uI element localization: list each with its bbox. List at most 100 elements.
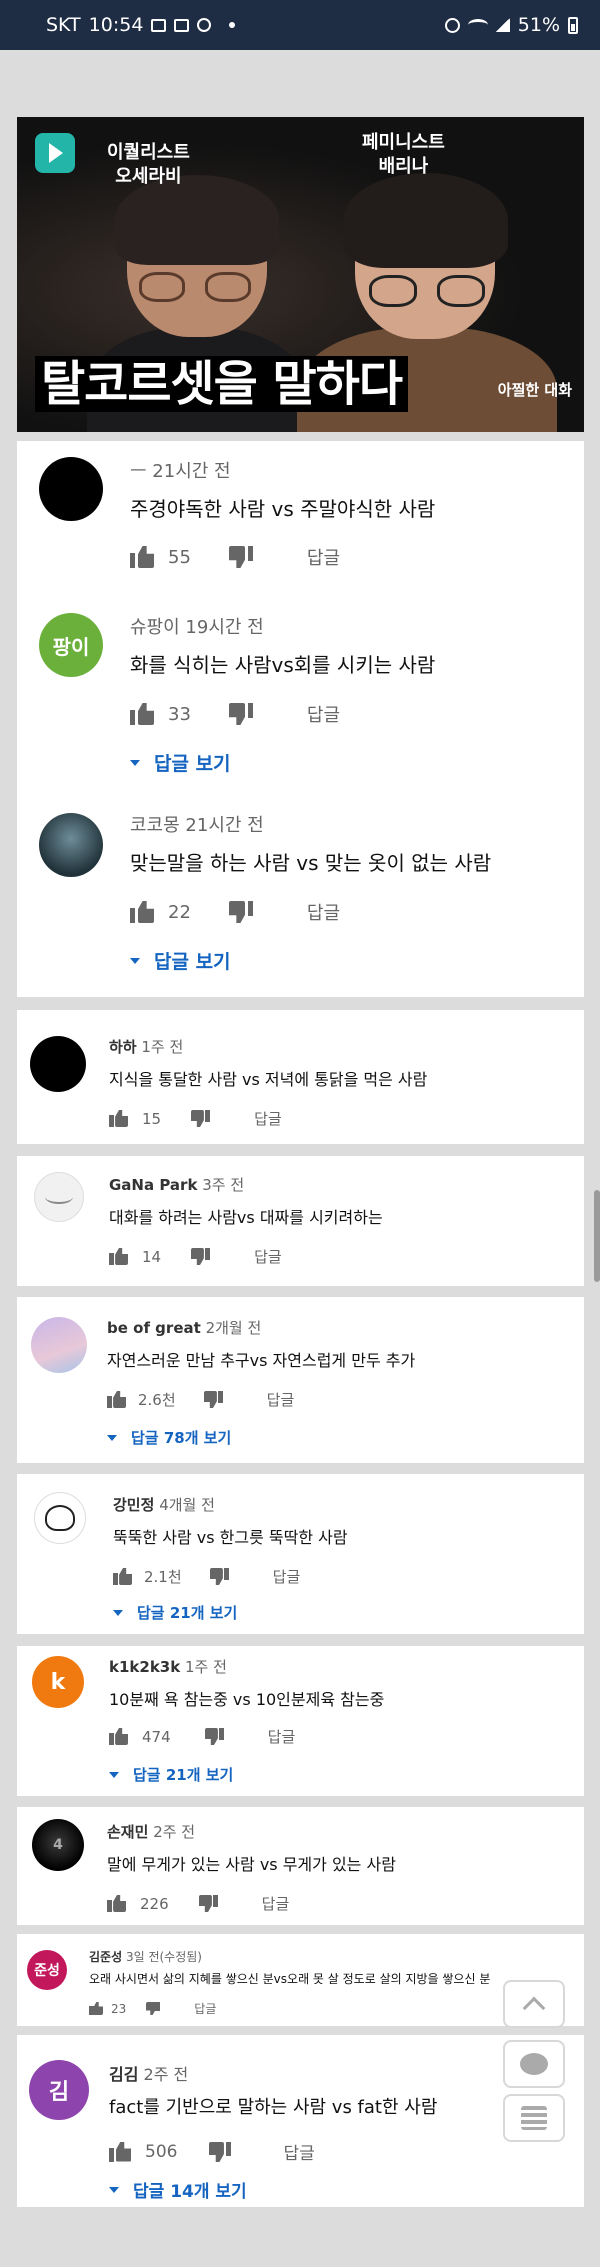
comment-author[interactable]: k1k2k3k — [109, 1658, 180, 1676]
caret-down-icon — [113, 1609, 123, 1616]
dislike-icon[interactable] — [229, 546, 253, 568]
dislike-icon[interactable] — [229, 703, 253, 725]
avatar[interactable] — [34, 1172, 84, 1222]
list-button[interactable] — [503, 2094, 565, 2142]
clock: 10:54 — [88, 14, 144, 36]
view-replies-button[interactable]: 답글 14개 보기 — [109, 2177, 247, 2202]
avatar[interactable]: 4 — [32, 1819, 84, 1871]
like-icon[interactable] — [130, 901, 154, 923]
view-replies-button[interactable]: 답글 21개 보기 — [109, 1764, 233, 1785]
reply-button[interactable]: 답글 — [254, 1246, 282, 1267]
like-count: 226 — [140, 1894, 169, 1913]
reply-button[interactable]: 답글 — [268, 1726, 296, 1747]
wifi-icon — [467, 19, 488, 31]
like-icon[interactable] — [107, 1895, 126, 1912]
comment-text: 대화를 하려는 사람vs 대짜를 시키려하는 — [109, 1208, 383, 1227]
video-player[interactable]: 이퀄리스트 오세라비 페미니스트 배리나 탈코르셋을 말하다 아찔한 대화 — [17, 117, 584, 432]
reply-button[interactable]: 답글 — [307, 701, 340, 727]
reply-button[interactable]: 답글 — [307, 544, 340, 570]
comment-author[interactable]: GaNa Park — [109, 1176, 197, 1194]
comment-actions: 14 답글 — [109, 1246, 282, 1267]
comment-author[interactable]: be of great — [107, 1319, 201, 1337]
avatar[interactable]: k — [32, 1656, 84, 1708]
avatar[interactable] — [39, 457, 103, 521]
channel-logo-icon — [35, 133, 75, 173]
caret-down-icon — [130, 759, 140, 766]
avatar[interactable] — [34, 1492, 86, 1544]
comment-meta: k1k2k3k 1주 전 — [109, 1656, 227, 1677]
avatar[interactable] — [39, 813, 103, 877]
comment-text: 주경야독한 사람 vs 주말야식한 사람 — [130, 497, 436, 521]
avatar[interactable]: 김 — [29, 2060, 89, 2120]
comment-meta: 슈팡이 19시간 전 — [130, 613, 264, 639]
reply-button[interactable]: 답글 — [267, 1389, 295, 1410]
comment-actions: 22 답글 — [130, 899, 340, 925]
comment-text: 화를 식히는 사람vs회를 시키는 사람 — [130, 653, 436, 677]
like-count: 55 — [168, 546, 191, 568]
avatar[interactable] — [30, 1036, 86, 1092]
alarm-icon — [444, 17, 460, 33]
status-bar: SKT 10:54 51% — [0, 0, 600, 50]
comment-meta: 손재민 2주 전 — [107, 1821, 195, 1842]
list-icon — [521, 2106, 547, 2130]
reply-button[interactable]: 답글 — [194, 2000, 216, 2017]
view-replies-button[interactable]: 답글 21개 보기 — [113, 1602, 237, 1623]
scroll-top-button[interactable] — [503, 1980, 565, 2028]
avatar[interactable] — [31, 1317, 87, 1373]
comment-author[interactable]: 김준성 — [89, 1950, 122, 1964]
comment-actions: 2.1천 답글 — [113, 1566, 300, 1587]
comment-author[interactable]: 하하 — [109, 1038, 137, 1056]
comment-card: 김 김김 2주 전 fact를 기반으로 말하는 사람 vs fat한 사람 5… — [17, 2035, 584, 2207]
comment-time: 4개월 전 — [159, 1496, 215, 1514]
reply-button[interactable]: 답글 — [273, 1566, 301, 1587]
view-replies-button[interactable]: 답글 78개 보기 — [107, 1427, 231, 1448]
comment-author[interactable]: 슈팡이 — [130, 617, 180, 638]
like-icon[interactable] — [89, 2002, 103, 2015]
like-icon[interactable] — [109, 2142, 131, 2162]
reply-button[interactable]: 답글 — [307, 899, 340, 925]
comment-author[interactable]: 코코몽 — [130, 815, 180, 836]
like-icon[interactable] — [130, 703, 154, 725]
comment-author[interactable]: 강민정 — [113, 1496, 154, 1514]
battery-icon — [568, 16, 578, 34]
dislike-icon[interactable] — [229, 901, 253, 923]
comment-author[interactable]: 김김 — [109, 2065, 138, 2084]
comment-meta: be of great 2개월 전 — [107, 1317, 261, 1338]
reply-button[interactable]: 답글 — [283, 2139, 314, 2164]
view-replies-button[interactable]: 답글 보기 — [130, 749, 231, 776]
comment-author[interactable]: 손재민 — [107, 1823, 148, 1841]
dislike-icon[interactable] — [209, 2142, 231, 2162]
like-icon[interactable] — [109, 1248, 128, 1265]
dislike-icon[interactable] — [191, 1248, 210, 1265]
comment-text: 뚝뚝한 사람 vs 한그릇 뚝딱한 사람 — [113, 1528, 348, 1547]
dislike-icon[interactable] — [191, 1110, 210, 1127]
scrollbar[interactable] — [594, 1190, 600, 1282]
view-replies-button[interactable]: 답글 보기 — [130, 947, 231, 974]
like-icon[interactable] — [130, 546, 154, 568]
like-icon[interactable] — [109, 1728, 128, 1745]
like-icon[interactable] — [113, 1568, 132, 1585]
dislike-icon[interactable] — [204, 1391, 223, 1408]
comment-author[interactable]: ㅡ — [130, 461, 147, 482]
comment-time: 21시간 전 — [152, 461, 231, 482]
avatar[interactable]: 팡이 — [39, 613, 103, 677]
comment-text: fact를 기반으로 말하는 사람 vs fat한 사람 — [109, 2097, 438, 2118]
like-icon[interactable] — [109, 1110, 128, 1127]
comment-actions: 2.6천 답글 — [107, 1389, 294, 1410]
dislike-icon[interactable] — [199, 1895, 218, 1912]
avatar[interactable]: 준성 — [27, 1950, 67, 1990]
reply-button[interactable]: 답글 — [254, 1108, 282, 1129]
like-icon[interactable] — [107, 1391, 126, 1408]
comment-meta: ㅡ 21시간 전 — [130, 457, 231, 483]
dislike-icon[interactable] — [146, 2002, 160, 2015]
reply-button[interactable]: 답글 — [262, 1893, 290, 1914]
comment-text: 지식을 통달한 사람 vs 저녁에 통닭을 먹은 사람 — [109, 1070, 428, 1089]
gallery-icon — [151, 18, 167, 32]
dislike-icon[interactable] — [205, 1728, 224, 1745]
like-count: 2.6천 — [138, 1391, 176, 1409]
dislike-icon[interactable] — [210, 1568, 229, 1585]
chat-button[interactable] — [503, 2040, 565, 2088]
comment-actions: 506 답글 — [109, 2139, 315, 2164]
comment-item: ㅡ 21시간 전 주경야독한 사람 vs 주말야식한 사람 55 답글 — [17, 441, 584, 599]
like-count: 33 — [168, 703, 191, 725]
